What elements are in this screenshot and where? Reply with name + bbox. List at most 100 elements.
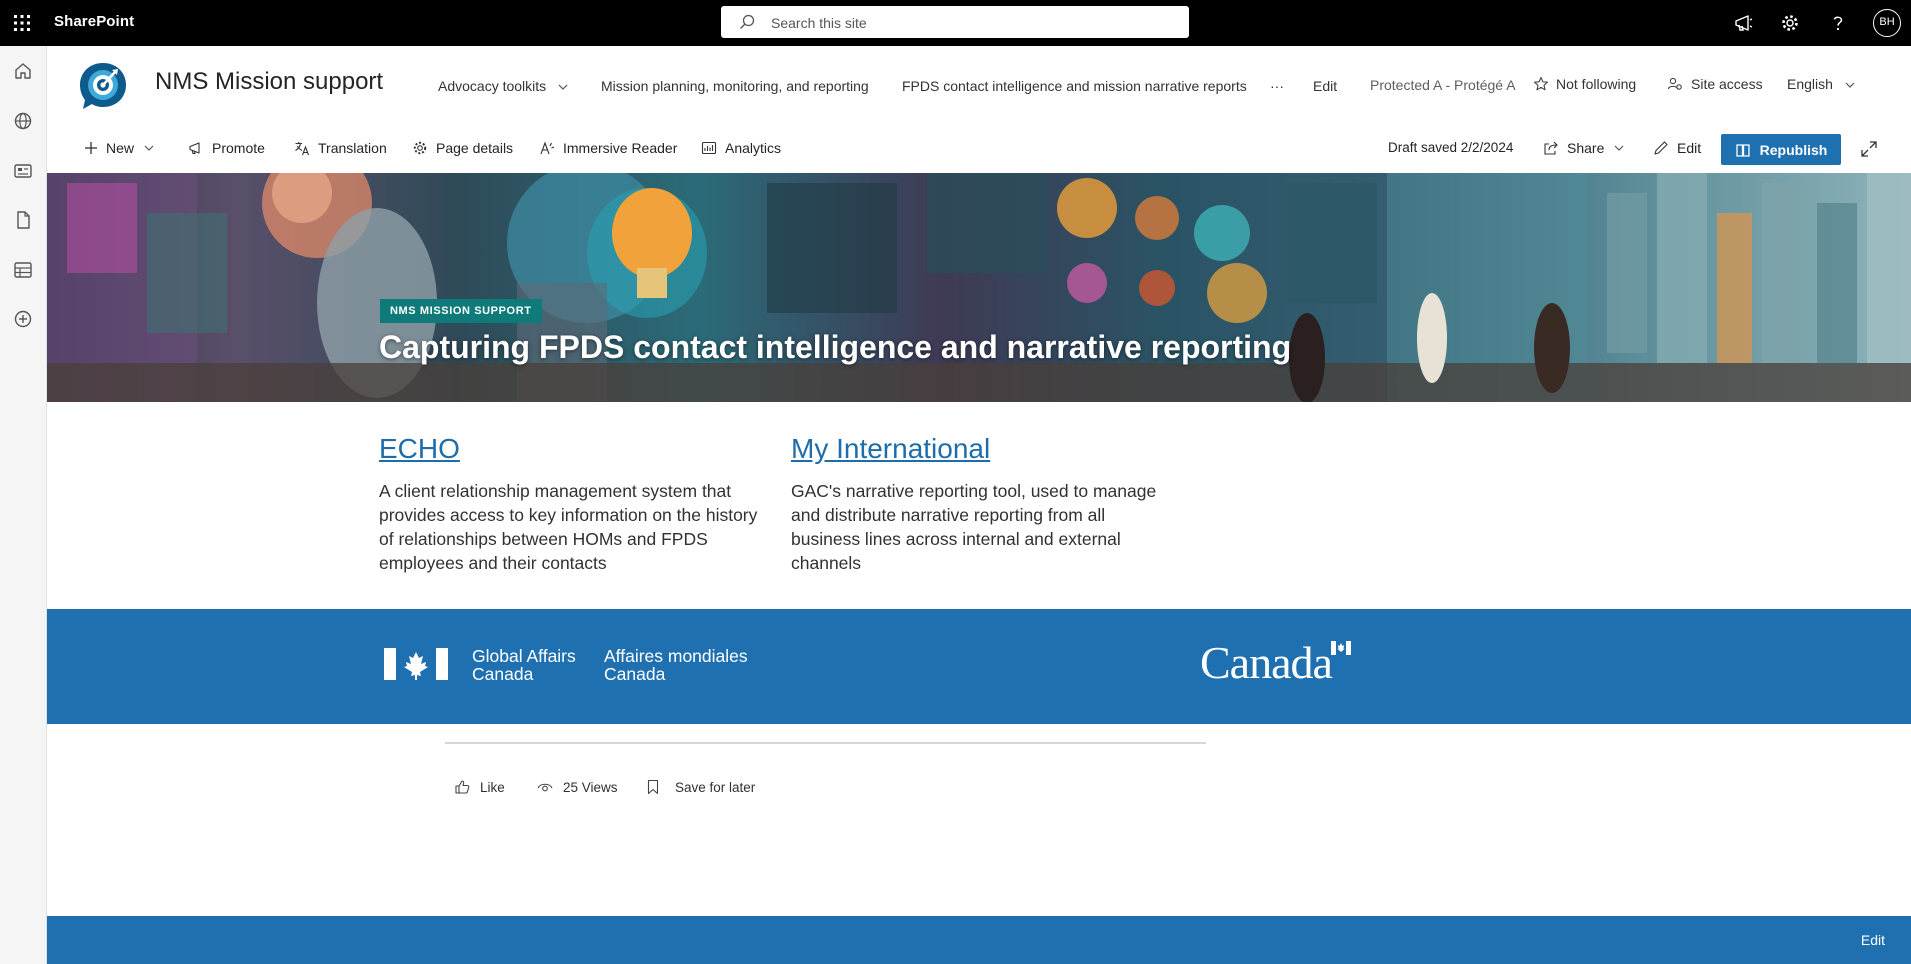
bookmark-icon [647,779,659,795]
nav-advocacy-toolkits[interactable]: Advocacy toolkits [438,78,568,94]
chevron-down-icon [1614,145,1624,151]
hero-badge: NMS MISSION SUPPORT [380,299,542,323]
dept-en-line2: Canada [472,664,534,684]
site-access-label: Site access [1691,76,1763,92]
gear-icon [413,141,427,155]
promote-button[interactable]: Promote [188,140,265,156]
echo-link[interactable]: ECHO [379,433,460,464]
translation-label: Translation [318,140,387,156]
immersive-reader-icon [540,141,555,155]
my-international-description: GAC's narrative reporting tool, used to … [791,481,1157,573]
site-access-button[interactable]: Site access [1667,76,1763,92]
thumbs-up-icon [455,780,470,794]
promote-label: Promote [212,140,265,156]
my-international-link[interactable]: My International [791,433,990,464]
echo-description: A client relationship management system … [379,481,758,573]
chevron-down-icon [1845,82,1855,88]
follow-button[interactable]: Not following [1533,76,1636,92]
globe-icon[interactable] [12,110,34,132]
share-button[interactable]: Share [1543,140,1632,156]
nav-fpds-contact-intelligence[interactable]: FPDS contact intelligence and mission na… [902,78,1247,94]
page-details-button[interactable]: Page details [412,140,513,156]
site-footer: Edit [47,916,1911,964]
app-bar [0,46,47,964]
footer-edit-button[interactable]: Edit [1861,932,1885,948]
draft-status: Draft saved 2/2/2024 [1388,140,1514,155]
edit-page-label: Edit [1677,140,1702,156]
link-card-echo: ECHO A client relationship management sy… [379,433,759,575]
canada-wordmark: Canada [1200,637,1333,688]
republish-button[interactable]: Republish [1721,134,1841,165]
plus-icon [85,142,97,154]
list-icon[interactable] [12,259,34,281]
site-title[interactable]: NMS Mission support [155,68,383,96]
pencil-icon [1654,141,1668,155]
waffle-icon[interactable] [10,11,34,35]
suite-bar: SharePoint BH [0,0,1911,46]
megaphone-icon [189,142,200,155]
like-label: Like [480,779,505,795]
avatar[interactable]: BH [1873,9,1901,37]
expand-icon[interactable] [1860,140,1878,158]
translate-icon [295,142,310,156]
analytics-icon [701,141,717,155]
news-icon[interactable] [12,160,34,182]
search-input[interactable] [769,11,1173,35]
megaphone-icon[interactable] [1733,12,1755,34]
share-icon [1544,141,1558,155]
page-details-label: Page details [436,140,514,156]
wordmark-flag-icon [1331,641,1351,655]
eye-icon [537,783,553,792]
help-icon[interactable] [1827,12,1849,34]
gear-icon[interactable] [1779,12,1801,34]
republish-label: Republish [1759,141,1828,158]
follow-label: Not following [1556,76,1637,92]
dept-fr-line2: Canada [604,664,666,684]
views-label: 25 Views [563,779,618,795]
language-label: English [1787,76,1833,92]
save-label: Save for later [675,779,756,795]
hero-banner [47,173,1911,402]
book-open-icon [1736,143,1750,157]
share-label: Share [1567,140,1605,156]
department-name-fr: Affaires mondiales Canada [604,647,748,683]
nav-edit-link[interactable]: Edit [1313,78,1337,94]
translation-button[interactable]: Translation [294,140,387,156]
analytics-button[interactable]: Analytics [701,140,781,156]
command-bar: New Promote Translation Page details Imm… [47,128,1911,172]
immersive-reader-button[interactable]: Immersive Reader [539,140,677,156]
nav-more-button[interactable]: ··· [1270,78,1284,94]
app-name[interactable]: SharePoint [54,13,134,30]
home-icon[interactable] [12,60,34,82]
language-selector[interactable]: English [1787,76,1855,92]
like-button[interactable]: Like [454,779,505,795]
views-count: 25 Views [537,779,618,795]
nav-mission-planning[interactable]: Mission planning, monitoring, and report… [601,78,869,94]
star-icon [1533,76,1549,91]
save-for-later-button[interactable]: Save for later [645,779,755,795]
immersive-reader-label: Immersive Reader [563,140,678,156]
sensitivity-label: Protected A - Protégé A [1370,77,1516,93]
dept-en-line1: Global Affairs [472,646,576,666]
site-header: NMS Mission support Advocacy toolkits Mi… [47,46,1911,128]
link-card-my-international: My International GAC's narrative reporti… [791,433,1171,575]
search-box[interactable] [721,6,1189,38]
dept-fr-line1: Affaires mondiales [604,646,748,666]
gac-banner [47,609,1911,724]
chevron-down-icon [144,145,154,151]
new-button[interactable]: New [84,140,162,156]
site-logo[interactable] [77,60,129,112]
page-title: Capturing FPDS contact intelligence and … [379,329,1292,365]
nav-label: Advocacy toolkits [438,78,547,94]
people-settings-icon [1667,77,1682,90]
document-icon[interactable] [12,209,34,231]
new-label: New [106,140,135,156]
hero-image [47,173,1911,402]
department-name-en: Global Affairs Canada [472,647,576,683]
add-circle-icon[interactable] [12,308,34,330]
canada-flag-icon [384,648,448,680]
edit-page-button[interactable]: Edit [1653,140,1701,156]
divider [445,742,1206,744]
search-icon [740,14,755,29]
chevron-down-icon [558,84,568,90]
